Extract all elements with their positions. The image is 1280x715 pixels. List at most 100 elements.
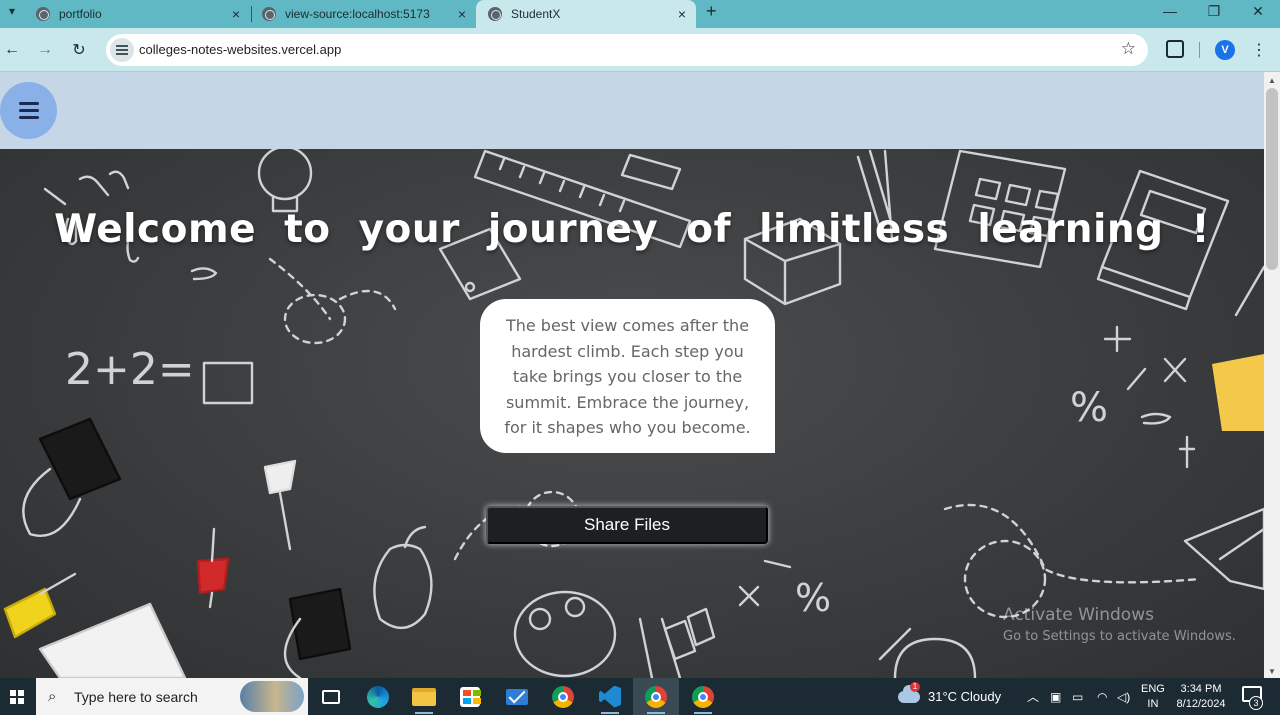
bookmark-star-icon[interactable]: ☆ (1121, 39, 1136, 59)
globe-icon (262, 7, 276, 21)
chrome-icon (692, 685, 714, 708)
chrome-profile-taskbar-button[interactable] (633, 678, 679, 715)
folder-icon (412, 687, 436, 706)
watermark-subtitle: Go to Settings to activate Windows. (1003, 629, 1236, 644)
address-bar[interactable]: colleges-notes-websites.vercel.app ☆ (106, 34, 1148, 66)
volume-icon[interactable]: ◁) (1117, 678, 1130, 715)
activate-windows-watermark: Activate Windows Go to Settings to activ… (1003, 605, 1236, 644)
taskbar-search-box[interactable]: ⌕ Type here to search (36, 678, 308, 715)
plus-doodle (1103, 325, 1132, 353)
mail-taskbar-button[interactable] (494, 678, 540, 715)
task-view-button[interactable] (308, 678, 354, 715)
percent-doodle-text-2: % (795, 576, 831, 620)
chrome-icon (552, 685, 574, 708)
hamburger-menu-button[interactable] (0, 82, 57, 139)
restore-button[interactable]: ❐ (1192, 0, 1236, 22)
url-text[interactable]: colleges-notes-websites.vercel.app (139, 42, 341, 57)
palette-dot-doodle-2 (564, 596, 586, 618)
math-doodle-text: 2+2= (65, 344, 195, 395)
binder-clip-doodle (38, 417, 122, 501)
chrome-profile-taskbar-button-2[interactable] (680, 678, 726, 715)
reload-button[interactable]: ↻ (67, 38, 91, 62)
quote-card: The best view comes after the hardest cl… (480, 299, 775, 453)
new-tab-button[interactable]: + (706, 1, 717, 22)
ruler-ticks-doodle (498, 157, 626, 213)
windows-logo-icon (10, 689, 24, 704)
chrome-icon (645, 685, 667, 708)
dashed-path-doodle (268, 257, 332, 321)
edge-icon (367, 685, 389, 708)
clock-date: 8/12/2024 (1176, 697, 1226, 710)
paint-tube-doodle (663, 607, 716, 661)
tab-portfolio[interactable]: portfolio × (24, 0, 250, 28)
tab-search-chevron-icon[interactable]: ▾ (0, 0, 24, 22)
browser-toolbar: ← → ↻ colleges-notes-websites.vercel.app… (0, 28, 1280, 72)
task-view-icon (322, 689, 340, 704)
tab-studentx[interactable]: StudentX × (476, 0, 696, 28)
tray-overflow-chevron-icon[interactable]: ︿ (1027, 678, 1039, 715)
tab-close-icon[interactable]: × (232, 6, 240, 22)
edge-taskbar-button[interactable] (355, 678, 401, 715)
tab-close-icon[interactable]: × (678, 6, 686, 22)
language-indicator[interactable]: ENG IN (1141, 678, 1165, 715)
dashed-loop-doodle (283, 293, 347, 345)
notepad-doodle (38, 602, 187, 678)
toolbar-divider (1199, 42, 1200, 58)
site-settings-icon[interactable] (110, 38, 134, 62)
page-viewport: 2+2= % % Welcome to your journey of limi… (0, 72, 1264, 678)
globe-icon (36, 7, 50, 21)
scroll-up-arrow-icon[interactable]: ▲ (1268, 76, 1276, 85)
search-highlight-image[interactable] (240, 681, 304, 712)
scrollbar-thumb[interactable] (1266, 88, 1278, 270)
paperclip-doodle (43, 170, 130, 206)
file-explorer-taskbar-button[interactable] (401, 678, 447, 715)
slash-doodle (1126, 367, 1147, 391)
back-button[interactable]: ← (0, 38, 24, 62)
white-pushpin-doodle (263, 459, 297, 495)
wifi-icon[interactable]: ◠ (1097, 678, 1107, 715)
forward-button[interactable]: → (33, 38, 57, 62)
extensions-puzzle-icon[interactable] (1166, 40, 1184, 58)
percent-doodle-text: % (1070, 385, 1108, 431)
scroll-down-arrow-icon[interactable]: ▼ (1268, 667, 1276, 676)
page-headline: Welcome to your journey of limitless lea… (54, 207, 1210, 252)
palette-doodle (513, 590, 617, 678)
tab-close-icon[interactable]: × (458, 6, 466, 22)
sticky-note-doodle (1212, 354, 1264, 431)
globe-icon (488, 7, 502, 21)
times-doodle (1163, 357, 1187, 383)
chrome-taskbar-button[interactable] (540, 678, 586, 715)
store-taskbar-button[interactable] (447, 678, 493, 715)
profile-avatar[interactable]: V (1215, 40, 1235, 60)
language-code: ENG (1141, 682, 1165, 695)
paper-plane-doodle (1183, 507, 1264, 591)
dashed-flight-path-doodle (943, 503, 1202, 584)
close-window-button[interactable]: ✕ (1236, 0, 1280, 22)
clock[interactable]: 3:34 PM 8/12/2024 (1173, 678, 1229, 715)
clock-time: 3:34 PM (1180, 682, 1222, 695)
weather-widget[interactable]: 31°C Cloudy (898, 678, 1001, 715)
dashed-arc-doodle (338, 289, 397, 311)
browser-menu-icon[interactable]: ⋮ (1251, 38, 1267, 62)
paperclip-doodle-4 (190, 267, 218, 281)
battery-icon[interactable]: ▭ (1072, 678, 1083, 715)
meet-now-icon[interactable]: ▣ (1050, 678, 1061, 715)
store-icon (460, 686, 481, 707)
hero-section: 2+2= % % Welcome to your journey of limi… (0, 149, 1264, 678)
page-scrollbar[interactable]: ▲ ▼ (1264, 72, 1280, 678)
watermark-title: Activate Windows (1003, 605, 1154, 625)
white-pushpin-needle-doodle (278, 491, 292, 551)
brush-doodle (638, 617, 682, 678)
vscode-taskbar-button[interactable] (587, 678, 633, 715)
globe-stand-doodle (878, 627, 912, 661)
binder-clip-doodle-2 (288, 587, 352, 661)
search-icon: ⌕ (48, 688, 57, 705)
yellow-pushpin-doodle (3, 587, 57, 639)
math-box-doodle (202, 361, 254, 405)
share-files-button[interactable]: Share Files (486, 506, 768, 544)
palette-dot-doodle (528, 607, 552, 631)
start-button[interactable] (0, 678, 34, 715)
globe-doodle (893, 637, 977, 678)
tab-view-source[interactable]: view-source:localhost:5173 × (250, 0, 476, 28)
minimize-button[interactable]: — (1148, 0, 1192, 22)
